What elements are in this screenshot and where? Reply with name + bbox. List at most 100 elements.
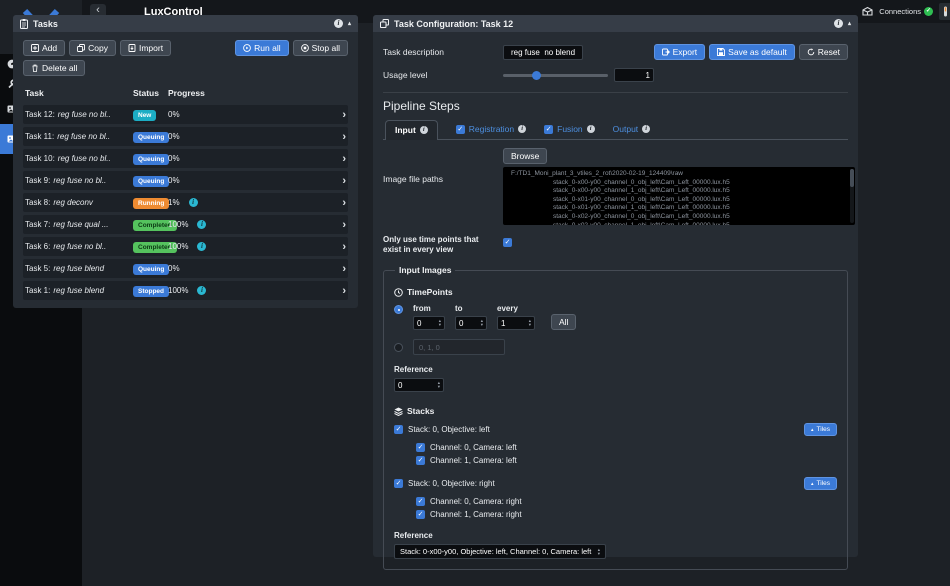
channel-checkbox[interactable]: ✓ bbox=[416, 443, 425, 452]
export-button[interactable]: Export bbox=[654, 44, 706, 60]
delete-all-button[interactable]: Delete all bbox=[23, 60, 85, 76]
task-row[interactable]: Task 11:reg fuse no bl.. Queuing 0% › bbox=[23, 127, 348, 146]
tab-registration[interactable]: ✓ Registration i bbox=[456, 120, 526, 139]
progress-info-icon[interactable]: i bbox=[189, 198, 198, 207]
reference-select-value: Stack: 0-x00-y00, Objective: left, Chann… bbox=[400, 547, 598, 556]
stack-right-checkbox[interactable]: ✓ bbox=[394, 479, 403, 488]
chevron-right-icon[interactable]: › bbox=[334, 109, 346, 121]
spinner-icon[interactable]: ▴▾ bbox=[438, 381, 440, 388]
stop-all-button[interactable]: Stop all bbox=[293, 40, 348, 56]
progress-info-icon[interactable]: i bbox=[197, 286, 206, 295]
spinner-icon[interactable]: ▴▾ bbox=[481, 319, 483, 326]
task-desc: reg fuse blend bbox=[53, 264, 104, 273]
chevron-right-icon[interactable]: › bbox=[334, 263, 346, 275]
custom-timepoints-input[interactable] bbox=[413, 339, 505, 355]
chevron-right-icon[interactable]: › bbox=[334, 285, 346, 297]
channel-label: Channel: 1, Camera: left bbox=[430, 456, 517, 465]
connections-status[interactable]: Connections ✓ bbox=[879, 7, 933, 16]
progress-value: 0% bbox=[168, 176, 180, 185]
task-id: Task 11: bbox=[25, 132, 54, 141]
from-value[interactable] bbox=[417, 319, 439, 328]
image-file-paths-box[interactable]: F:/TD1_Moni_plant_3_vtiles_2_rot\2020-02… bbox=[503, 167, 855, 225]
usage-level-value[interactable] bbox=[618, 71, 650, 80]
timepoints-reference-value[interactable] bbox=[398, 381, 438, 390]
channel-checkbox[interactable]: ✓ bbox=[416, 456, 425, 465]
browse-button[interactable]: Browse bbox=[503, 148, 547, 164]
session-button[interactable] bbox=[939, 3, 950, 20]
chevron-right-icon[interactable]: › bbox=[334, 241, 346, 253]
tiles-button[interactable]: ▴ Tiles bbox=[804, 423, 837, 436]
tab-output-info-icon[interactable]: i bbox=[642, 125, 650, 133]
tasks-panel: Tasks i ▴ Add Copy Import Run all bbox=[13, 15, 358, 308]
tiles-button[interactable]: ▴ Tiles bbox=[804, 477, 837, 490]
task-desc: reg fuse no bl.. bbox=[58, 154, 111, 163]
progress-value: 0% bbox=[168, 132, 180, 141]
task-row[interactable]: Task 12:reg fuse no bl.. New 0% › bbox=[23, 105, 348, 124]
pipeline-tabs: Input i ✓ Registration i ✓ Fusion i Outp… bbox=[383, 120, 848, 140]
config-info-icon[interactable]: i bbox=[834, 19, 843, 28]
channel-label: Channel: 0, Camera: right bbox=[430, 497, 522, 506]
chevron-right-icon[interactable]: › bbox=[334, 153, 346, 165]
task-row[interactable]: Task 1:reg fuse blend Stopped 100%i › bbox=[23, 281, 348, 300]
fusion-checkbox[interactable]: ✓ bbox=[544, 125, 553, 134]
task-row[interactable]: Task 6:reg fuse no bl.. Completed 100%i … bbox=[23, 237, 348, 256]
reset-button[interactable]: Reset bbox=[799, 44, 848, 60]
tab-input-info-icon[interactable]: i bbox=[420, 126, 428, 134]
paths-scrollbar[interactable] bbox=[850, 169, 854, 223]
to-input[interactable]: ▴▾ bbox=[455, 316, 487, 330]
tab-input[interactable]: Input i bbox=[385, 120, 438, 140]
usage-level-slider[interactable] bbox=[503, 69, 608, 81]
save-as-default-button[interactable]: Save as default bbox=[709, 44, 795, 60]
every-input[interactable]: ▴▾ bbox=[497, 316, 535, 330]
copy-button[interactable]: Copy bbox=[69, 40, 116, 56]
from-input[interactable]: ▴▾ bbox=[413, 316, 445, 330]
connections-label: Connections bbox=[879, 7, 921, 16]
progress-info-icon[interactable]: i bbox=[197, 242, 206, 251]
add-button[interactable]: Add bbox=[23, 40, 65, 56]
import-button[interactable]: Import bbox=[120, 40, 171, 56]
tab-output[interactable]: Output i bbox=[613, 120, 651, 139]
task-desc: reg fuse no bl.. bbox=[53, 242, 106, 251]
registration-checkbox[interactable]: ✓ bbox=[456, 125, 465, 134]
slider-thumb[interactable] bbox=[532, 71, 541, 80]
tab-registration-info-icon[interactable]: i bbox=[518, 125, 526, 133]
timepoints-custom-radio[interactable] bbox=[394, 343, 403, 352]
stack-left-checkbox[interactable]: ✓ bbox=[394, 425, 403, 434]
spinner-icon[interactable]: ▴▾ bbox=[439, 319, 441, 326]
usage-level-input[interactable] bbox=[614, 68, 654, 82]
task-row[interactable]: Task 5:reg fuse blend Queuing 0% › bbox=[23, 259, 348, 278]
config-collapse-icon[interactable]: ▴ bbox=[848, 20, 851, 27]
task-row[interactable]: Task 9:reg fuse no bl.. Queuing 0% › bbox=[23, 171, 348, 190]
every-value[interactable] bbox=[501, 319, 529, 328]
chevron-right-icon[interactable]: › bbox=[334, 219, 346, 231]
all-button[interactable]: All bbox=[551, 314, 576, 330]
timepoints-range-radio[interactable] bbox=[394, 305, 403, 314]
task-description-input[interactable] bbox=[503, 45, 583, 60]
task-id: Task 5: bbox=[25, 264, 50, 273]
paths-scrollbar-thumb[interactable] bbox=[850, 169, 854, 187]
add-button-label: Add bbox=[42, 43, 57, 53]
run-all-button[interactable]: Run all bbox=[235, 40, 288, 56]
progress-value: 100% bbox=[168, 242, 188, 251]
spinner-icon[interactable]: ▴▾ bbox=[529, 319, 531, 326]
chevron-right-icon[interactable]: › bbox=[334, 131, 346, 143]
to-value[interactable] bbox=[459, 319, 481, 328]
tasks-info-icon[interactable]: i bbox=[334, 19, 343, 28]
progress-info-icon[interactable]: i bbox=[197, 220, 206, 229]
only-use-timepoints-checkbox[interactable]: ✓ bbox=[503, 238, 512, 247]
chevron-right-icon[interactable]: › bbox=[334, 197, 346, 209]
channel-checkbox[interactable]: ✓ bbox=[416, 510, 425, 519]
chevron-right-icon[interactable]: › bbox=[334, 175, 346, 187]
tasks-collapse-icon[interactable]: ▴ bbox=[348, 20, 351, 27]
thermometer-icon bbox=[943, 6, 948, 17]
task-row[interactable]: Task 8:reg deconv Running 1%i › bbox=[23, 193, 348, 212]
task-row[interactable]: Task 10:reg fuse no bl.. Queuing 0% › bbox=[23, 149, 348, 168]
config-panel-title: Task Configuration: Task 12 bbox=[394, 19, 513, 29]
channel-checkbox[interactable]: ✓ bbox=[416, 497, 425, 506]
tab-fusion-info-icon[interactable]: i bbox=[587, 125, 595, 133]
reference-select[interactable]: Stack: 0-x00-y00, Objective: left, Chann… bbox=[394, 544, 606, 559]
task-row[interactable]: Task 7:reg fuse qual ... Completed 100%i… bbox=[23, 215, 348, 234]
timepoints-reference-input[interactable]: ▴▾ bbox=[394, 378, 444, 392]
tab-fusion[interactable]: ✓ Fusion i bbox=[544, 120, 595, 139]
tab-label: Fusion bbox=[557, 124, 583, 134]
